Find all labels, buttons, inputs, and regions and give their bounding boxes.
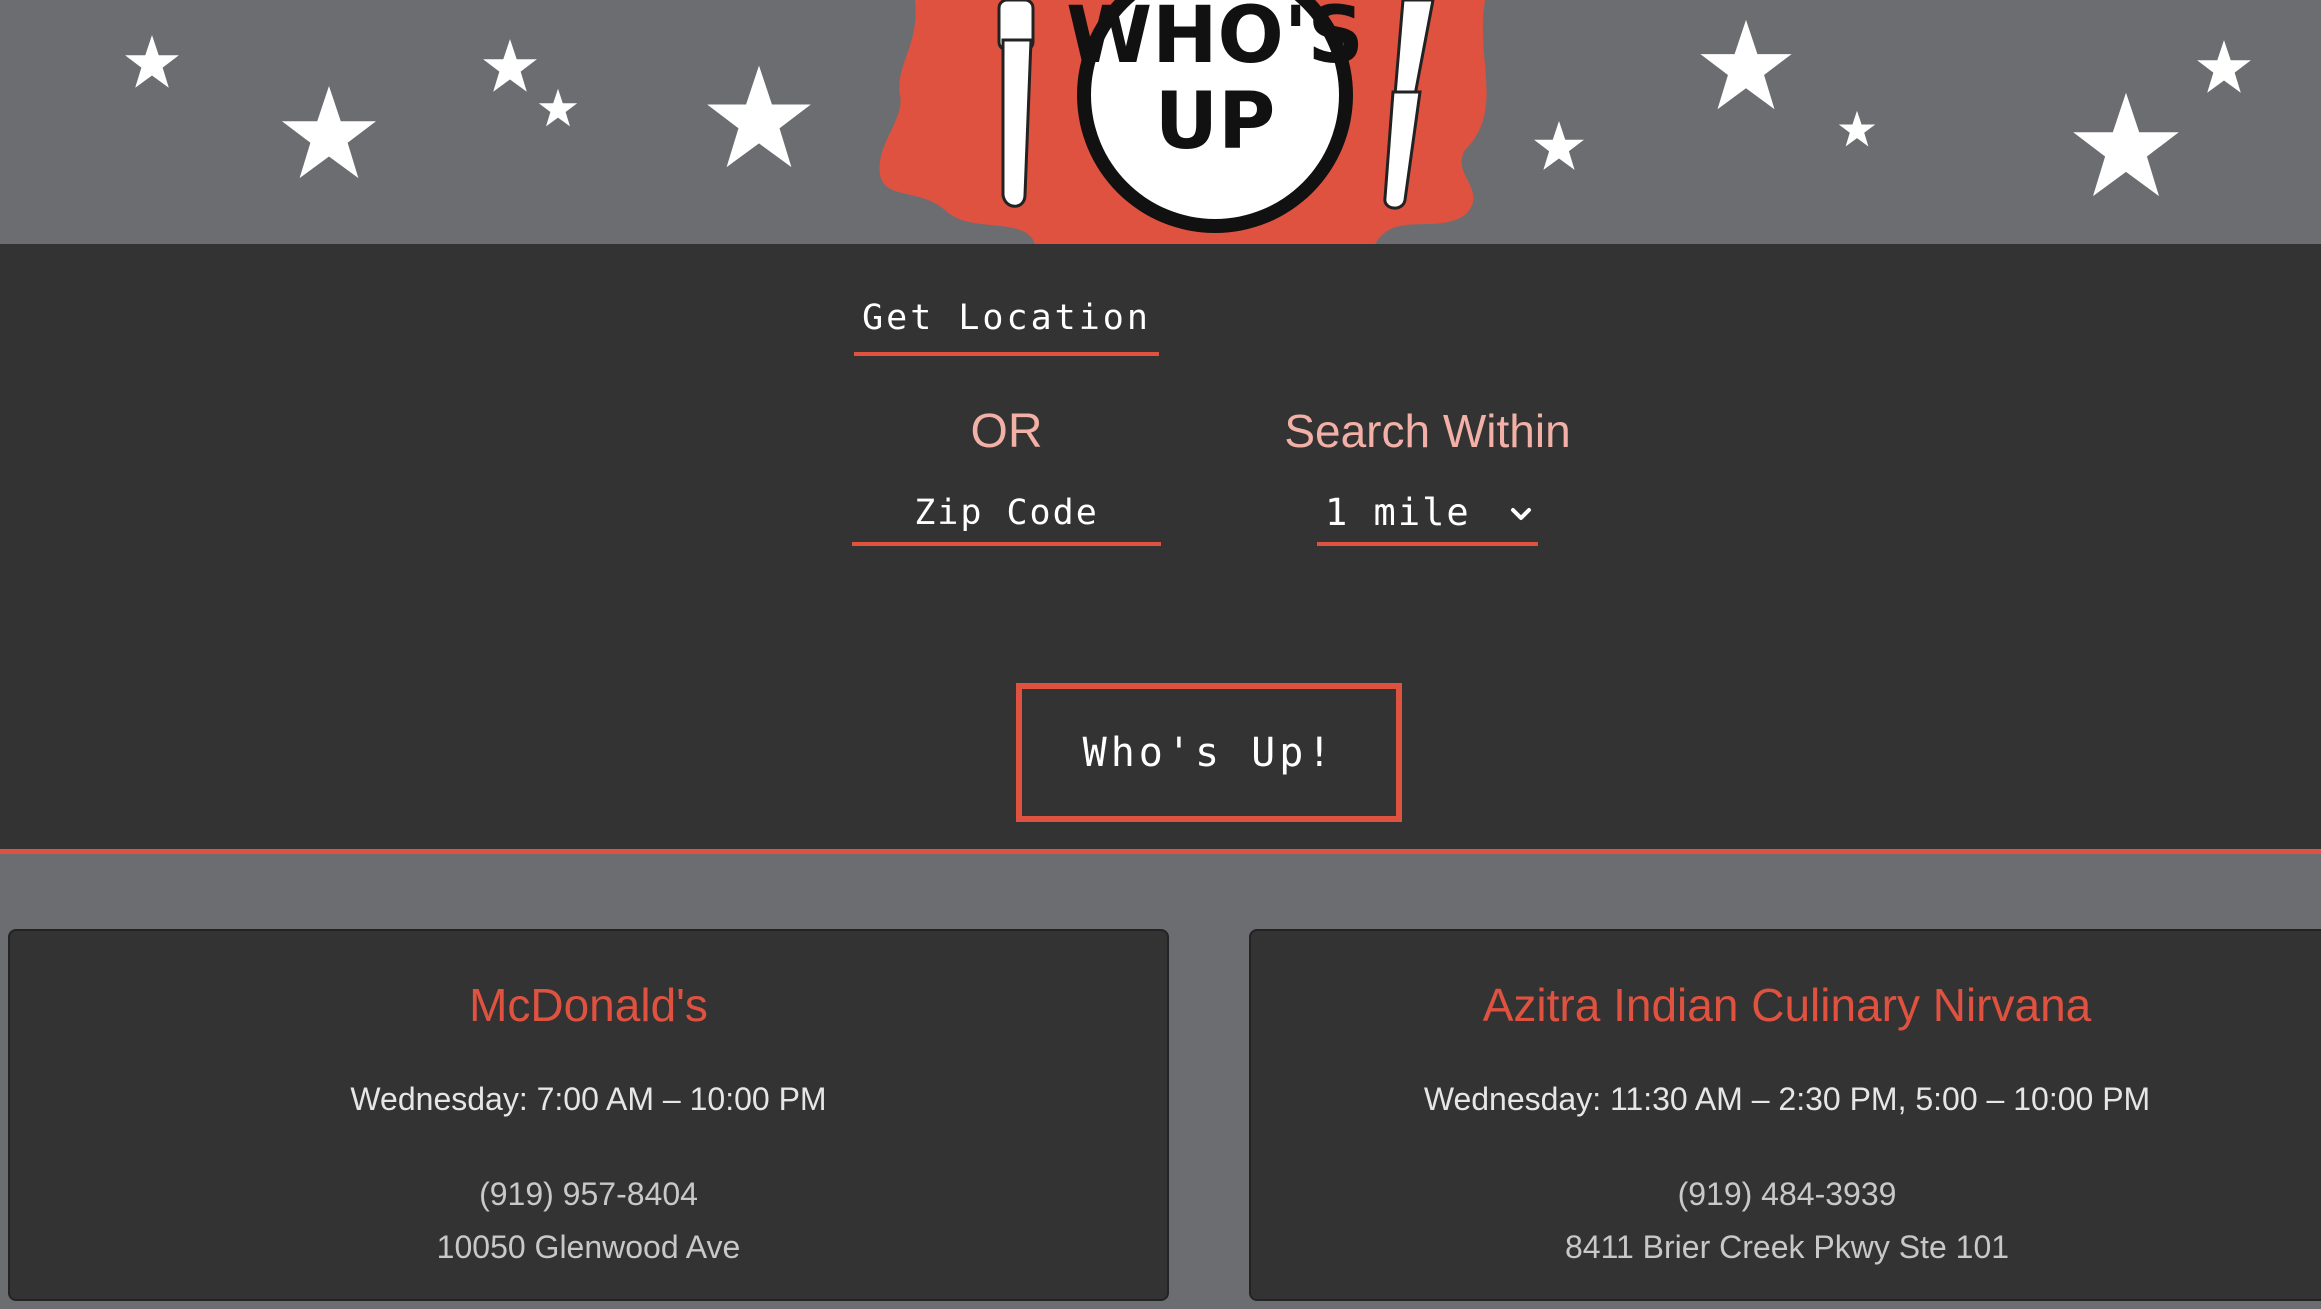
- star-icon: [1700, 19, 1792, 110]
- star-icon: [2073, 92, 2179, 197]
- star-icon: [2197, 40, 2251, 93]
- star-icon: [1838, 110, 1876, 147]
- svg-text:UP: UP: [1155, 77, 1276, 167]
- get-location-button[interactable]: Get Location: [854, 284, 1159, 356]
- svg-text:WHO'S: WHO'S: [1066, 0, 1364, 81]
- star-icon: [707, 65, 811, 168]
- restaurant-card[interactable]: Azitra Indian Culinary Nirvana Wednesday…: [1249, 929, 2321, 1301]
- radius-selected-value: 1 mile: [1325, 491, 1471, 534]
- radius-select[interactable]: 1 mile: [1317, 484, 1538, 546]
- restaurant-address[interactable]: 8411 Brier Creek Pkwy Ste 101: [1251, 1229, 2321, 1266]
- star-icon: [538, 88, 578, 127]
- search-within-label: Search Within: [1284, 405, 1571, 457]
- restaurant-address[interactable]: 10050 Glenwood Ave: [10, 1229, 1167, 1266]
- logo: WHO'S UP: [879, 0, 1487, 244]
- star-icon: [281, 85, 377, 179]
- search-panel: Get Location OR Search Within 1 mile Who…: [0, 244, 2321, 854]
- star-icon: [483, 39, 537, 92]
- restaurant-hours: Wednesday: 7:00 AM – 10:00 PM: [350, 1081, 827, 1117]
- restaurant-phone[interactable]: (919) 957-8404: [10, 1176, 1167, 1213]
- zip-code-input[interactable]: [852, 484, 1161, 546]
- restaurant-card[interactable]: McDonald's Wednesday: 7:00 AM – 10:00 PM…: [8, 929, 1169, 1301]
- header-banner: WHO'S UP: [0, 0, 2321, 244]
- restaurant-name[interactable]: McDonald's: [10, 978, 1167, 1032]
- restaurant-name[interactable]: Azitra Indian Culinary Nirvana: [1251, 978, 2321, 1032]
- restaurant-phone[interactable]: (919) 484-3939: [1251, 1176, 2321, 1213]
- restaurant-hours: Wednesday: 11:30 AM – 2:30 PM, 5:00 – 10…: [1423, 1081, 2151, 1117]
- whos-up-button[interactable]: Who's Up!: [1016, 683, 1402, 822]
- star-icon: [125, 35, 179, 88]
- star-icon: [1534, 121, 1584, 170]
- chevron-down-icon: [1511, 508, 1531, 520]
- or-label: OR: [970, 405, 1043, 458]
